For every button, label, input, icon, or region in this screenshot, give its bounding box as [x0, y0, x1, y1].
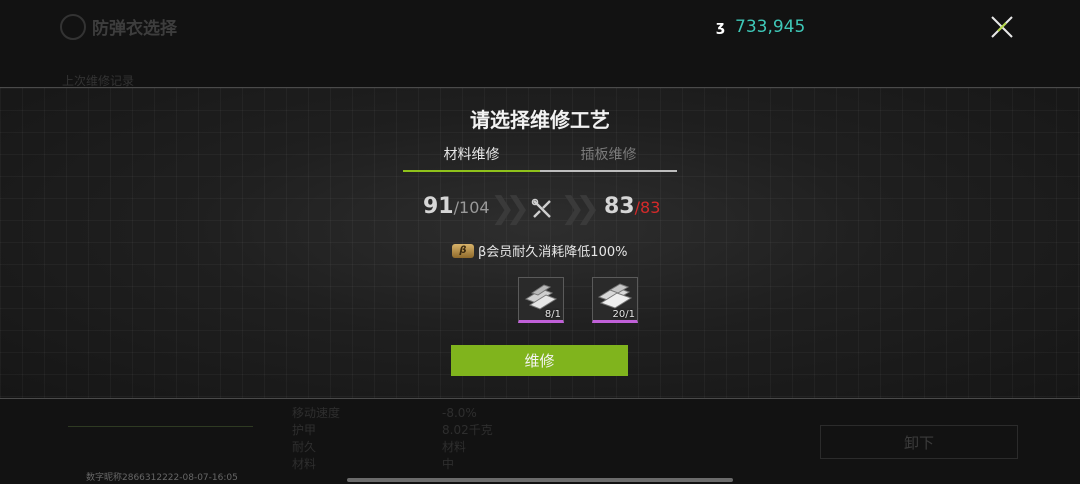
tab-material-repair[interactable]: 材料维修 [403, 144, 540, 172]
stat-value: 8.02千克 [442, 423, 493, 437]
watermark: 数字昵称2866312222-08-07-16:05 [86, 473, 238, 483]
durability-after-current: 83 [604, 194, 635, 219]
material-count: 20/1 [612, 309, 635, 320]
durability-after-max: /83 [634, 198, 661, 217]
currency-display: ʒ 733,945 [716, 17, 805, 37]
stat-value: -8.0% [442, 406, 477, 420]
material-slot[interactable]: 20/1 [592, 277, 638, 323]
currency-icon: ʒ [716, 19, 725, 35]
chevron-right-icon: ❯❯ [560, 191, 600, 226]
member-benefit-text: β会员耐久消耗降低100% [478, 245, 628, 260]
member-benefit: β β会员耐久消耗降低100% [452, 241, 627, 260]
chevron-right-icon: ❯❯ [490, 191, 530, 226]
repair-tools-icon [531, 198, 551, 218]
durability-before-current: 91 [423, 194, 454, 219]
durability-before: 91/104 [423, 194, 490, 219]
stat-value: 中 [442, 457, 455, 471]
durability-after: 83/83 [604, 194, 660, 219]
repair-method-tabs: 材料维修 插板维修 [403, 144, 677, 172]
durability-before-max: /104 [453, 198, 490, 217]
beta-member-badge-icon: β [452, 243, 474, 258]
repair-button[interactable]: 维修 [451, 345, 628, 376]
background-stats-right: -8.0% 8.02千克 材料 中 [442, 405, 493, 473]
background-stats-left: 移动速度 护甲 耐久 材料 [292, 405, 340, 473]
unload-button: 卸下 [820, 425, 1018, 459]
background-title: 防弹衣选择 [92, 19, 177, 39]
stat-label: 移动速度 [292, 406, 341, 420]
tab-plate-repair[interactable]: 插板维修 [540, 144, 677, 170]
currency-value: 733,945 [735, 17, 806, 37]
home-indicator[interactable] [347, 478, 733, 482]
close-icon[interactable] [986, 11, 1018, 43]
dialog-title: 请选择维修工艺 [470, 108, 610, 132]
logo-icon [60, 14, 86, 40]
stat-label: 材料 [292, 457, 317, 471]
stat-label: 耐久 [292, 440, 317, 454]
material-count: 8/1 [544, 309, 561, 320]
material-list: 8/1 20/1 [518, 277, 638, 323]
stat-value: 材料 [442, 440, 467, 454]
stat-label: 护甲 [292, 423, 317, 437]
background-row [68, 402, 253, 427]
material-slot[interactable]: 8/1 [518, 277, 564, 323]
repair-dialog: 请选择维修工艺 材料维修 插板维修 91/104 ❯❯ ❯❯ 83/83 β β… [0, 87, 1080, 399]
